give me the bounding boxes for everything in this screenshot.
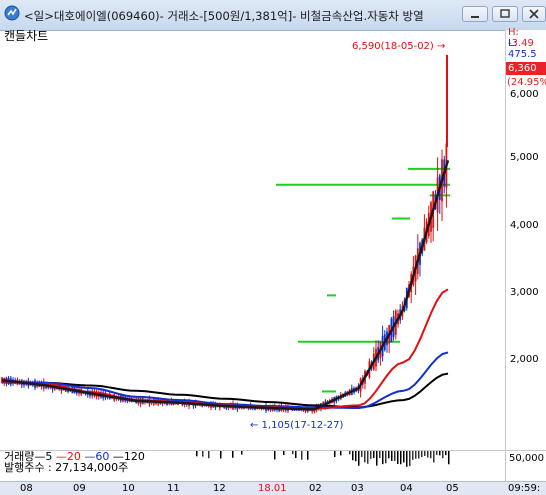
- candles: [1, 54, 448, 414]
- date-label: 03: [351, 483, 364, 494]
- volume-bar: [241, 451, 243, 455]
- volume-bar: [394, 451, 396, 461]
- price-tick: 6,000: [510, 89, 539, 100]
- min-price-annotation: ← 1,105(17-12-27): [250, 420, 344, 431]
- volume-bar: [358, 451, 360, 466]
- date-label: 18.01: [258, 483, 287, 494]
- current-price: 6,360: [506, 62, 546, 75]
- volume-bar: [334, 451, 336, 457]
- price-tick: 4,000: [510, 220, 539, 231]
- volume-axis: 50,000: [505, 450, 546, 482]
- chart-app-icon[interactable]: [4, 5, 20, 21]
- date-label: 12: [213, 483, 226, 494]
- date-label: 11: [167, 483, 180, 494]
- minimize-button[interactable]: [462, 6, 488, 22]
- restore-icon: [500, 9, 510, 18]
- volume-bar: [379, 451, 381, 458]
- volume-bar: [283, 451, 285, 456]
- volume-bar: [295, 451, 297, 459]
- volume-bar: [442, 451, 444, 459]
- price-axis: H: -3.49 L: 475.5 6,360 (24.95% 6,000 5,…: [505, 27, 546, 450]
- volume-bar: [433, 451, 435, 463]
- volume-bar: [301, 451, 303, 460]
- volume-bar: [376, 451, 378, 466]
- volume-bar: [364, 451, 366, 463]
- volume-bar: [400, 451, 402, 465]
- volume-bar: [385, 451, 387, 464]
- volume-bar: [418, 451, 420, 459]
- volume-bar: [292, 451, 294, 455]
- volume-bar: [424, 451, 426, 456]
- price-tick: 3,000: [510, 287, 539, 298]
- volume-bar: [382, 451, 384, 465]
- volume-bar: [421, 451, 423, 458]
- shares-value: : 27,134,000주: [47, 461, 129, 474]
- volume-bar: [361, 451, 363, 457]
- volume-bar: [340, 451, 342, 456]
- volume-bar: [208, 451, 210, 459]
- volume-bar: [448, 451, 450, 465]
- volume-bar: [220, 451, 222, 459]
- title-bar: <일>대호에이엘(069460)- 거래소-[500원/1,381억]- 비철금…: [0, 0, 546, 31]
- close-button[interactable]: [522, 6, 546, 22]
- clock: 09:59:: [508, 483, 541, 494]
- volume-bar: [367, 451, 369, 464]
- volume-legend: 거래량—5 —20 —60 —120 발행주수 : 27,134,000주: [4, 450, 145, 474]
- ma5-line: [1, 159, 450, 411]
- price-tick: 5,000: [510, 152, 539, 163]
- volume-bar: [370, 451, 372, 459]
- low-label: L: 475.5: [508, 38, 537, 60]
- restore-button[interactable]: [492, 6, 518, 22]
- volume-bar: [403, 451, 405, 463]
- volume-bar: [415, 451, 417, 459]
- volume-bar: [412, 451, 414, 460]
- date-label: 05: [446, 483, 459, 494]
- volume-bar: [232, 451, 234, 458]
- date-axis: 08 09 10 11 12 18.01 02 03 04 05 09:59:: [0, 481, 546, 495]
- close-icon: [529, 9, 539, 19]
- volume-tick: 50,000: [509, 453, 544, 464]
- volume-bar: [439, 451, 441, 456]
- max-price-annotation: 6,590(18-05-02) →: [352, 41, 446, 52]
- date-label: 09: [73, 483, 86, 494]
- date-label: 04: [400, 483, 413, 494]
- date-label: 10: [122, 483, 135, 494]
- volume-bar: [355, 451, 357, 462]
- volume-bar: [388, 451, 390, 459]
- volume-bar: [436, 451, 438, 456]
- volume-bar: [427, 451, 429, 458]
- volume-bar: [409, 451, 411, 467]
- volume-bar: [349, 451, 351, 455]
- shares-label: 발행주수: [4, 461, 45, 474]
- volume-bar: [352, 451, 354, 461]
- volume-bar: [430, 451, 432, 459]
- chart-type-label: 캔들차트: [4, 29, 49, 43]
- volume-bar: [373, 451, 375, 458]
- current-change-pct: (24.95%: [507, 77, 546, 88]
- volume-bar: [307, 451, 309, 460]
- minimize-icon: [471, 16, 479, 18]
- volume-bar: [202, 451, 204, 457]
- date-label: 02: [309, 483, 322, 494]
- price-chart[interactable]: [0, 44, 505, 450]
- volume-bar: [445, 451, 447, 456]
- volume-bar: [274, 451, 276, 460]
- volume-bar: [406, 451, 408, 467]
- price-tick: 2,000: [510, 354, 539, 365]
- date-label: 08: [20, 483, 33, 494]
- box-lines: [276, 167, 450, 393]
- volume-bar: [397, 451, 399, 464]
- volume-bar: [196, 451, 198, 457]
- window-title: <일>대호에이엘(069460)- 거래소-[500원/1,381억]- 비철금…: [24, 9, 424, 23]
- volume-bar: [391, 451, 393, 461]
